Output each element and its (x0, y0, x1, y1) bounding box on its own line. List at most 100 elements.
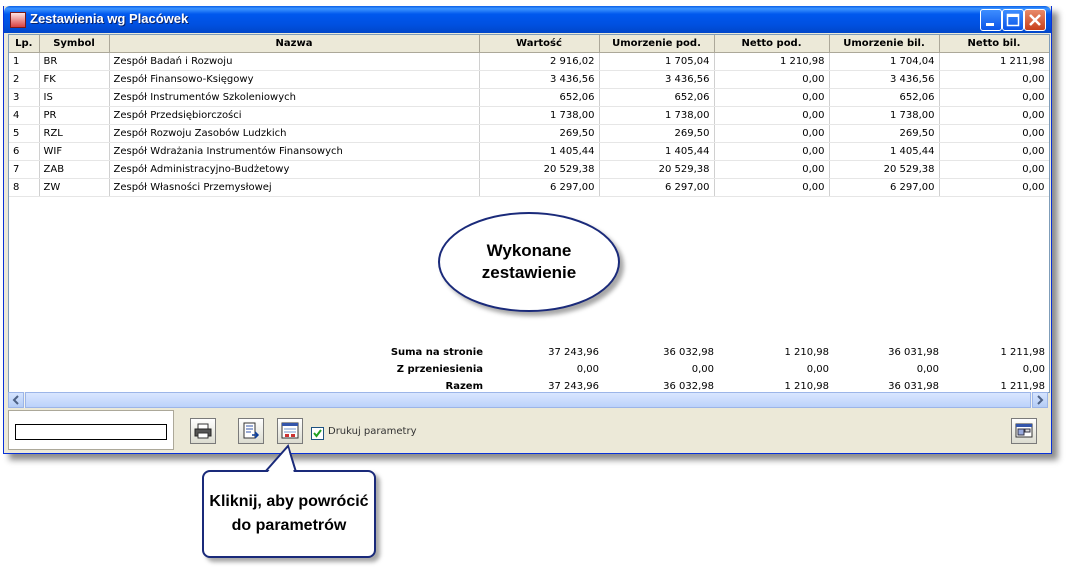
table-row[interactable]: 8 ZW Zespół Własności Przemysłowej 6 297,00… (9, 178, 1049, 197)
totals-value: 1 211,98 (1000, 381, 1045, 392)
totals-row: Razem 37 243,96 36 032,98 1 210,98 36 031,98… (9, 379, 1049, 392)
table-cell: 0,00 (714, 70, 830, 89)
table-cell: 1 (9, 52, 40, 71)
window-layout-icon (1015, 423, 1033, 438)
export-button[interactable] (238, 418, 264, 444)
print-button[interactable] (190, 418, 216, 444)
column-header-wartosc[interactable]: Wartość (479, 35, 600, 53)
back-callout: Kliknij, aby powrócić do parametrów (202, 470, 376, 558)
table-cell: 0,00 (939, 178, 1049, 197)
table-cell: 1 405,44 (479, 142, 600, 161)
column-header-lp[interactable]: Lp. (9, 35, 40, 53)
table-row[interactable]: 7 ZAB Zespół Administracyjno-Budżetowy 20 5… (9, 160, 1049, 179)
table-cell: Zespół Administracyjno-Budżetowy (109, 160, 480, 179)
table-cell: 1 211,98 (939, 52, 1049, 71)
table-cell: 0,00 (939, 160, 1049, 179)
arrow-left-icon (12, 395, 19, 405)
minimize-button[interactable] (980, 9, 1002, 31)
table-cell: 1 738,00 (599, 106, 715, 125)
window-layout-button[interactable] (1011, 418, 1037, 444)
column-header-nazwa[interactable]: Nazwa (109, 35, 480, 53)
table-cell: 1 738,00 (829, 106, 940, 125)
table-cell: 0,00 (939, 124, 1049, 143)
totals-value: 0,00 (1022, 364, 1045, 375)
totals-value: 37 243,96 (548, 381, 599, 392)
minimize-icon (986, 23, 994, 26)
totals-value: 0,00 (576, 364, 599, 375)
table-cell: 0,00 (714, 160, 830, 179)
report-table: Lp. Symbol Nazwa Wartość Umorzenie pod. Netto… (9, 35, 1049, 197)
totals-row: Z przeniesienia 0,00 0,00 0,00 0,00 0,00 (9, 362, 1049, 379)
table-cell: 652,06 (479, 88, 600, 107)
totals-value: 36 032,98 (663, 347, 714, 358)
close-button[interactable] (1024, 9, 1046, 31)
table-cell: Zespół Wdrażania Instrumentów Finansowyc… (109, 142, 480, 161)
scroll-left-button[interactable] (8, 392, 24, 408)
bottom-toolbar: Drukuj parametry (8, 410, 1048, 450)
table-cell: 269,50 (829, 124, 940, 143)
arrow-right-icon (1037, 395, 1044, 405)
table-cell: RZL (39, 124, 110, 143)
table-cell: Zespół Własności Przemysłowej (109, 178, 480, 197)
column-header-netto-bil[interactable]: Netto bil. (939, 35, 1049, 53)
column-header-umorzenie-pod[interactable]: Umorzenie pod. (599, 35, 715, 53)
column-header-umorzenie-bil[interactable]: Umorzenie bil. (829, 35, 940, 53)
table-cell: 0,00 (939, 88, 1049, 107)
horizontal-scrollbar[interactable] (8, 392, 1048, 408)
table-cell: 1 405,44 (599, 142, 715, 161)
table-row[interactable]: 1 BR Zespół Badań i Rozwoju 2 916,02 1 705,0… (9, 52, 1049, 71)
table-header-row: Lp. Symbol Nazwa Wartość Umorzenie pod. Netto… (9, 35, 1049, 53)
print-parameters-checkbox[interactable] (311, 427, 324, 440)
table-cell: 8 (9, 178, 40, 197)
table-cell: 3 (9, 88, 40, 107)
table-cell: 0,00 (714, 178, 830, 197)
table-cell: Zespół Finansowo-Księgowy (109, 70, 480, 89)
totals-label: Suma na stronie (390, 347, 483, 358)
table-cell: 3 436,56 (829, 70, 940, 89)
back-callout-line2: do parametrów (231, 517, 347, 534)
table-cell: 6 297,00 (599, 178, 715, 197)
table-cell: 0,00 (714, 124, 830, 143)
table-cell: 2 916,02 (479, 52, 600, 71)
table-cell: 7 (9, 160, 40, 179)
totals-label: Razem (445, 381, 483, 392)
back-to-parameters-button[interactable] (277, 418, 303, 444)
table-cell: 3 436,56 (599, 70, 715, 89)
table-cell: 4 (9, 106, 40, 125)
column-header-netto-pod[interactable]: Netto pod. (714, 35, 830, 53)
totals-value: 36 032,98 (663, 381, 714, 392)
table-cell: 5 (9, 124, 40, 143)
title-bar[interactable]: Zestawienia wg Placówek (4, 6, 1051, 33)
maximize-icon (1006, 13, 1020, 27)
table-cell: 6 (9, 142, 40, 161)
maximize-button[interactable] (1002, 9, 1024, 31)
table-row[interactable]: 2 FK Zespół Finansowo-Księgowy 3 436,56 3 43… (9, 70, 1049, 89)
table-cell: 1 405,44 (829, 142, 940, 161)
table-cell: BR (39, 52, 110, 71)
table-cell: Zespół Przedsiębiorczości (109, 106, 480, 125)
table-cell: 1 704,04 (829, 52, 940, 71)
table-cell: 0,00 (939, 142, 1049, 161)
report-callout-line2: zestawienie (481, 263, 577, 282)
table-cell: Zespół Instrumentów Szkoleniowych (109, 88, 480, 107)
status-field[interactable] (15, 424, 167, 440)
table-cell: 1 210,98 (714, 52, 830, 71)
table-cell: Zespół Badań i Rozwoju (109, 52, 480, 71)
status-panel (8, 410, 174, 450)
table-cell: 0,00 (939, 106, 1049, 125)
totals-section: Suma na stronie 37 243,96 36 032,98 1 210,9… (9, 345, 1049, 392)
table-row[interactable]: 3 IS Zespół Instrumentów Szkoleniowych 652,… (9, 88, 1049, 107)
back-callout-line1: Kliknij, aby powrócić (209, 493, 369, 510)
scroll-right-button[interactable] (1032, 392, 1048, 408)
table-row[interactable]: 4 PR Zespół Przedsiębiorczości 1 738,00 1 73… (9, 106, 1049, 125)
table-row[interactable]: 6 WIF Zespół Wdrażania Instrumentów Finans… (9, 142, 1049, 161)
column-header-symbol[interactable]: Symbol (39, 35, 110, 53)
print-parameters-label: Drukuj parametry (328, 426, 417, 437)
table-cell: 2 (9, 70, 40, 89)
table-row[interactable]: 5 RZL Zespół Rozwoju Zasobów Ludzkich 269,5… (9, 124, 1049, 143)
table-cell: 652,06 (599, 88, 715, 107)
parameters-form-icon (281, 422, 299, 439)
table-cell: 1 705,04 (599, 52, 715, 71)
report-callout: Wykonane zestawienie (438, 212, 620, 312)
scrollbar-thumb[interactable] (25, 392, 1031, 408)
